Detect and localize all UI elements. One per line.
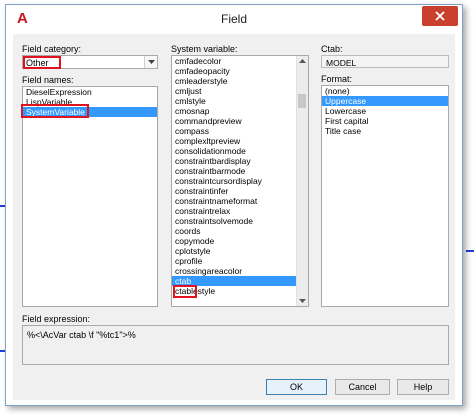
- list-item[interactable]: commandpreview: [172, 116, 297, 126]
- system-variable-scrollbar[interactable]: [296, 56, 308, 306]
- list-item[interactable]: cmfadecolor: [172, 56, 297, 66]
- cancel-button[interactable]: Cancel: [335, 379, 390, 395]
- ctab-value: MODEL: [326, 58, 357, 68]
- list-item[interactable]: cmlstyle: [172, 96, 297, 106]
- list-item[interactable]: cmosnap: [172, 106, 297, 116]
- list-item[interactable]: constraintbarmode: [172, 166, 297, 176]
- list-item[interactable]: compass: [172, 126, 297, 136]
- list-item[interactable]: coords: [172, 226, 297, 236]
- list-item[interactable]: constraintcursordisplay: [172, 176, 297, 186]
- list-item[interactable]: complexltpreview: [172, 136, 297, 146]
- list-item[interactable]: (none): [322, 86, 448, 96]
- ctab-value-box: MODEL: [321, 55, 449, 68]
- list-item[interactable]: LispVariable: [23, 97, 157, 107]
- field-expression-label: Field expression:: [22, 314, 91, 324]
- list-item-selected[interactable]: SystemVariable: [23, 107, 157, 117]
- list-item[interactable]: cmljust: [172, 86, 297, 96]
- field-names-label: Field names:: [22, 75, 74, 85]
- format-label: Format:: [321, 74, 353, 84]
- help-button[interactable]: Help: [397, 379, 449, 395]
- list-item-selected[interactable]: ctab: [172, 276, 297, 286]
- list-item-selected[interactable]: Uppercase: [322, 96, 448, 106]
- chevron-down-icon: [299, 299, 306, 303]
- list-item[interactable]: cplotstyle: [172, 246, 297, 256]
- list-item[interactable]: constraintbardisplay: [172, 156, 297, 166]
- field-category-value: Other: [26, 58, 49, 68]
- field-category-label: Field category:: [22, 44, 82, 54]
- close-button[interactable]: [422, 6, 458, 26]
- ok-button[interactable]: OK: [266, 379, 327, 395]
- field-dialog: A Field Field category: Other Field name…: [5, 4, 463, 406]
- list-item[interactable]: ctablestyle: [172, 286, 297, 296]
- list-item[interactable]: constraintrelax: [172, 206, 297, 216]
- dialog-body: Field category: Other Field names: Diese…: [13, 34, 455, 400]
- system-variable-label: System variable:: [171, 44, 238, 54]
- ctab-label: Ctab:: [321, 44, 343, 54]
- scroll-up-button[interactable]: [297, 56, 308, 66]
- list-item[interactable]: cmfadeopacity: [172, 66, 297, 76]
- list-item[interactable]: consolidationmode: [172, 146, 297, 156]
- list-item[interactable]: cmleaderstyle: [172, 76, 297, 86]
- close-icon: [435, 11, 445, 21]
- system-variable-list[interactable]: cmfadecolor cmfadeopacity cmleaderstyle cml…: [171, 55, 309, 307]
- list-item[interactable]: DieselExpression: [23, 87, 157, 97]
- chevron-up-icon: [299, 59, 306, 63]
- list-item[interactable]: copymode: [172, 236, 297, 246]
- list-item[interactable]: constraintsolvemode: [172, 216, 297, 226]
- dropdown-arrow[interactable]: [144, 56, 157, 68]
- list-item[interactable]: Title case: [322, 126, 448, 136]
- list-item[interactable]: Lowercase: [322, 106, 448, 116]
- dialog-title: Field: [220, 12, 247, 26]
- format-list[interactable]: (none) Uppercase Lowercase First capital…: [321, 85, 449, 307]
- list-item[interactable]: First capital: [322, 116, 448, 126]
- list-item[interactable]: crossingareacolor: [172, 266, 297, 276]
- list-item[interactable]: constraintinfer: [172, 186, 297, 196]
- title-bar: A Field: [6, 5, 462, 33]
- list-item[interactable]: cprofile: [172, 256, 297, 266]
- scroll-down-button[interactable]: [297, 296, 308, 306]
- scrollbar-thumb[interactable]: [298, 94, 306, 108]
- field-category-dropdown[interactable]: Other: [22, 55, 158, 69]
- field-expression-value: %<\AcVar ctab \f "%tc1">%: [27, 330, 136, 340]
- chevron-down-icon: [148, 60, 155, 64]
- field-names-list[interactable]: DieselExpression LispVariable SystemVari…: [22, 86, 158, 307]
- list-item[interactable]: constraintnameformat: [172, 196, 297, 206]
- background-blue-line-right: [466, 250, 474, 252]
- field-expression-box: %<\AcVar ctab \f "%tc1">%: [22, 325, 449, 365]
